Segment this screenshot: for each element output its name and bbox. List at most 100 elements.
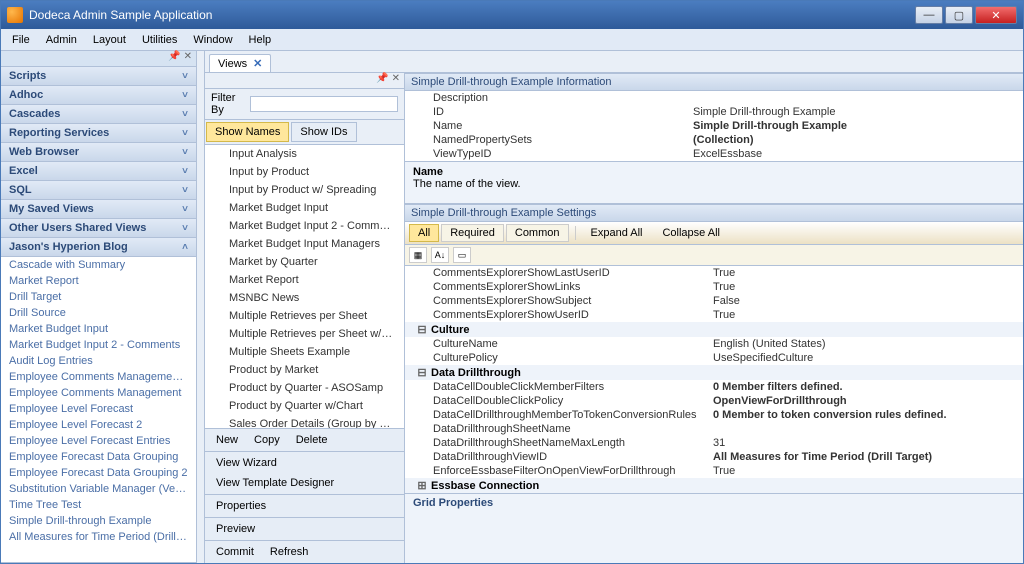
sidebar-tree-item[interactable]: Audit Log Entries: [1, 353, 196, 369]
expand-icon[interactable]: ⊟: [417, 323, 427, 336]
menu-utilities[interactable]: Utilities: [135, 32, 184, 48]
property-category[interactable]: ⊟Data Drillthrough: [405, 365, 1023, 380]
sidebar-group[interactable]: SQL˅: [1, 181, 196, 200]
sort-icon[interactable]: A↓: [431, 247, 449, 263]
property-grid[interactable]: CommentsExplorerShowLastUserIDTrueCommen…: [405, 266, 1023, 493]
tab-views[interactable]: Views ✕: [209, 54, 271, 72]
info-row[interactable]: IDSimple Drill-through Example: [405, 105, 1023, 119]
sidebar-tree-item[interactable]: Drill Source: [1, 305, 196, 321]
menu-layout[interactable]: Layout: [86, 32, 133, 48]
settings-collapse-all[interactable]: Collapse All: [653, 224, 728, 242]
view-list-item[interactable]: Multiple Retrieves per Sheet: [205, 307, 404, 325]
sidebar-group[interactable]: Scripts˅: [1, 67, 196, 86]
view-list-item[interactable]: Market Budget Input Managers: [205, 235, 404, 253]
view-list-item[interactable]: Market Budget Input: [205, 199, 404, 217]
sidebar-tree-item[interactable]: Employee Forecast Data Grouping: [1, 449, 196, 465]
view-list-item[interactable]: Input by Product w/ Spreading: [205, 181, 404, 199]
sidebar-tree-item[interactable]: Employee Level Forecast 2: [1, 417, 196, 433]
minimize-button[interactable]: —: [915, 6, 943, 24]
sidebar-tree-item[interactable]: Market Report: [1, 273, 196, 289]
delete-button[interactable]: Delete: [289, 431, 335, 449]
view-list-item[interactable]: Market Report: [205, 271, 404, 289]
view-list-item[interactable]: Input by Product: [205, 163, 404, 181]
close-button[interactable]: ✕: [975, 6, 1017, 24]
properties-button[interactable]: Properties: [209, 497, 273, 515]
sidebar-tree-item[interactable]: Simple Drill-through Example: [1, 513, 196, 529]
props-icon[interactable]: ▭: [453, 247, 471, 263]
menu-file[interactable]: File: [5, 32, 37, 48]
sidebar-group[interactable]: Reporting Services˅: [1, 124, 196, 143]
filter-input[interactable]: [250, 96, 398, 112]
property-row[interactable]: CulturePolicyUseSpecifiedCulture: [405, 351, 1023, 365]
property-row[interactable]: CommentsExplorerShowSubjectFalse: [405, 294, 1023, 308]
info-row[interactable]: Description: [405, 91, 1023, 105]
property-row[interactable]: CommentsExplorerShowLastUserIDTrue: [405, 266, 1023, 280]
info-row[interactable]: NamedPropertySets(Collection): [405, 133, 1023, 147]
view-list-item[interactable]: Market by Quarter: [205, 253, 404, 271]
refresh-button[interactable]: Refresh: [263, 543, 316, 561]
property-row[interactable]: EnforceEssbaseFilterOnOpenViewForDrillth…: [405, 464, 1023, 478]
property-row[interactable]: DataCellDrillthroughMemberToTokenConvers…: [405, 408, 1023, 422]
sidebar-group[interactable]: Cascades˅: [1, 105, 196, 124]
property-row[interactable]: CommentsExplorerShowLinksTrue: [405, 280, 1023, 294]
view-list-item[interactable]: Sales Order Details (Group by Product…: [205, 415, 404, 428]
property-row[interactable]: DataDrillthroughSheetName: [405, 422, 1023, 436]
sidebar-group[interactable]: Other Users Shared Views˅: [1, 219, 196, 238]
expand-icon[interactable]: ⊟: [417, 366, 427, 379]
settings-tab-required[interactable]: Required: [441, 224, 504, 242]
maximize-button[interactable]: ▢: [945, 6, 973, 24]
view-list-item[interactable]: Input Analysis: [205, 145, 404, 163]
property-row[interactable]: DataCellDoubleClickMemberFilters0 Member…: [405, 380, 1023, 394]
settings-tab-common[interactable]: Common: [506, 224, 569, 242]
sidebar-tree-item[interactable]: Employee Level Forecast Entries: [1, 433, 196, 449]
view-wizard-button[interactable]: View Wizard: [209, 454, 284, 472]
property-row[interactable]: DataCellDoubleClickPolicyOpenViewForDril…: [405, 394, 1023, 408]
sidebar-group[interactable]: Web Browser˅: [1, 143, 196, 162]
copy-button[interactable]: Copy: [247, 431, 287, 449]
sidebar-tree-item[interactable]: Employee Comments Management (Ess…: [1, 369, 196, 385]
sidebar-group[interactable]: Jason's Hyperion Blog˄: [1, 238, 196, 257]
property-category[interactable]: ⊟Culture: [405, 322, 1023, 337]
sidebar-tree-item[interactable]: Market Budget Input 2 - Comments: [1, 337, 196, 353]
info-row[interactable]: ViewTypeIDExcelEssbase: [405, 147, 1023, 161]
sidebar-group[interactable]: Excel˅: [1, 162, 196, 181]
new-button[interactable]: New: [209, 431, 245, 449]
sidebar-tree-item[interactable]: Drill Target: [1, 289, 196, 305]
menu-admin[interactable]: Admin: [39, 32, 84, 48]
tab-close-icon[interactable]: ✕: [253, 57, 262, 70]
sidebar-tree-item[interactable]: Employee Level Forecast: [1, 401, 196, 417]
view-template-designer-button[interactable]: View Template Designer: [209, 474, 341, 492]
sidebar-tree-item[interactable]: Time Tree Test: [1, 497, 196, 513]
sidebar-tree-item[interactable]: All Measures for Time Period (Drill Targ…: [1, 529, 196, 545]
view-list[interactable]: Input AnalysisInput by ProductInput by P…: [205, 145, 404, 428]
property-row[interactable]: DataDrillthroughSheetNameMaxLength31: [405, 436, 1023, 450]
categorize-icon[interactable]: ▦: [409, 247, 427, 263]
sidebar-tree-item[interactable]: Cascade with Summary: [1, 257, 196, 273]
sidebar-tree-item[interactable]: Employee Forecast Data Grouping 2: [1, 465, 196, 481]
settings-expand-all[interactable]: Expand All: [582, 224, 652, 242]
sidebar-group[interactable]: Adhoc˅: [1, 86, 196, 105]
info-row[interactable]: NameSimple Drill-through Example: [405, 119, 1023, 133]
property-row[interactable]: CultureNameEnglish (United States): [405, 337, 1023, 351]
settings-tab-all[interactable]: All: [409, 224, 439, 242]
property-category[interactable]: ⊞Essbase Connection: [405, 478, 1023, 493]
preview-button[interactable]: Preview: [209, 520, 262, 538]
view-list-item[interactable]: MSNBC News: [205, 289, 404, 307]
view-list-item[interactable]: Multiple Retrieves per Sheet w/Charts: [205, 325, 404, 343]
view-list-item[interactable]: Multiple Sheets Example: [205, 343, 404, 361]
property-row[interactable]: DataDrillthroughViewIDAll Measures for T…: [405, 450, 1023, 464]
show-ids-button[interactable]: Show IDs: [291, 122, 356, 142]
view-list-item[interactable]: Product by Quarter w/Chart: [205, 397, 404, 415]
menu-window[interactable]: Window: [186, 32, 239, 48]
view-list-item[interactable]: Market Budget Input 2 - Comments: [205, 217, 404, 235]
sidebar-group[interactable]: My Saved Views˅: [1, 200, 196, 219]
gutter[interactable]: [197, 51, 205, 563]
view-list-item[interactable]: Product by Market: [205, 361, 404, 379]
sidebar-tree-item[interactable]: Market Budget Input: [1, 321, 196, 337]
commit-button[interactable]: Commit: [209, 543, 261, 561]
expand-icon[interactable]: ⊞: [417, 479, 427, 492]
sidebar-tree-item[interactable]: Substitution Variable Manager (Vess): [1, 481, 196, 497]
menu-help[interactable]: Help: [242, 32, 279, 48]
property-row[interactable]: CommentsExplorerShowUserIDTrue: [405, 308, 1023, 322]
show-names-button[interactable]: Show Names: [206, 122, 289, 142]
